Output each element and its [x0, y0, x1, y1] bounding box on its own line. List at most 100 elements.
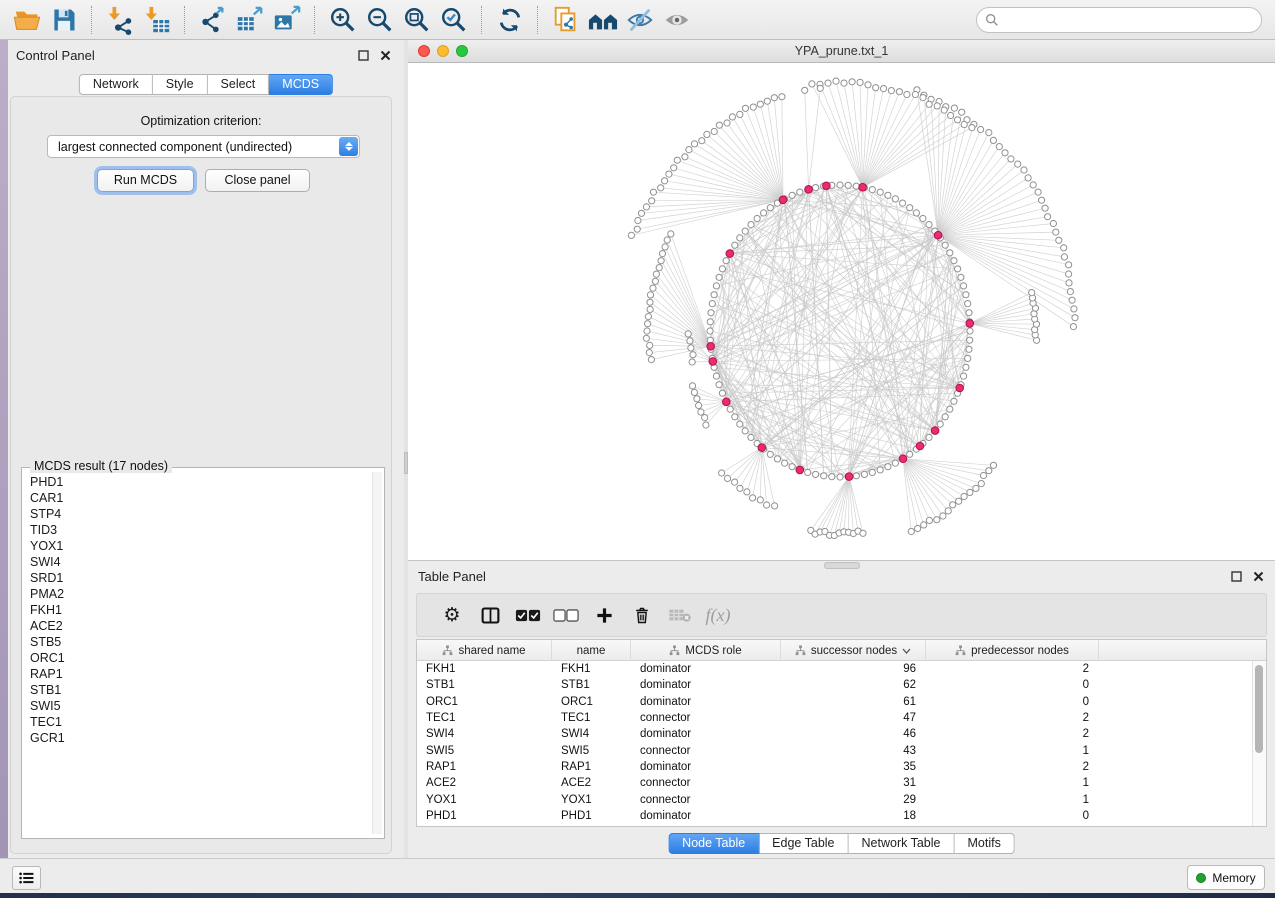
graph-hub-node[interactable]: [956, 384, 964, 392]
graph-node[interactable]: [967, 337, 973, 343]
graph-node[interactable]: [761, 210, 767, 216]
graph-node[interactable]: [986, 468, 992, 474]
table-row[interactable]: PHD1PHD1dominator180: [417, 808, 1253, 824]
graph-node[interactable]: [961, 283, 967, 289]
graph-hub-node[interactable]: [916, 442, 924, 450]
graph-node[interactable]: [646, 350, 652, 356]
graph-hub-node[interactable]: [899, 455, 907, 463]
table-scrollbar[interactable]: [1252, 661, 1266, 826]
graph-node[interactable]: [647, 299, 653, 305]
graph-node[interactable]: [666, 171, 672, 177]
graph-node[interactable]: [748, 434, 754, 440]
graph-node[interactable]: [966, 346, 972, 352]
tab-node-table[interactable]: Node Table: [668, 833, 759, 854]
graph-node[interactable]: [707, 328, 713, 334]
list-item[interactable]: STB5: [30, 634, 371, 650]
network-window-titlebar[interactable]: YPA_prune.txt_1: [408, 40, 1275, 63]
graph-node[interactable]: [869, 469, 875, 475]
graph-node[interactable]: [691, 389, 697, 395]
graph-node[interactable]: [732, 242, 738, 248]
graph-node[interactable]: [954, 117, 960, 123]
graph-node[interactable]: [951, 258, 957, 264]
graph-node[interactable]: [742, 105, 748, 111]
select-all-rows-icon[interactable]: [509, 600, 547, 630]
network-canvas[interactable]: [408, 63, 1275, 560]
graph-node[interactable]: [963, 292, 969, 298]
graph-node[interactable]: [644, 328, 650, 334]
graph-node[interactable]: [647, 342, 653, 348]
graph-node[interactable]: [1039, 197, 1045, 203]
zoom-out-icon[interactable]: [361, 4, 398, 36]
table-row[interactable]: SWI4SWI4dominator462: [417, 726, 1253, 742]
graph-node[interactable]: [817, 85, 823, 91]
graph-node[interactable]: [685, 331, 691, 337]
graph-node[interactable]: [674, 157, 680, 163]
graph-node[interactable]: [737, 421, 743, 427]
graph-node[interactable]: [628, 232, 634, 238]
graph-node[interactable]: [907, 205, 913, 211]
graph-node[interactable]: [691, 141, 697, 147]
graph-node[interactable]: [645, 321, 651, 327]
graph-node[interactable]: [645, 313, 651, 319]
list-item[interactable]: ORC1: [30, 650, 371, 666]
graph-node[interactable]: [1008, 156, 1014, 162]
graph-node[interactable]: [711, 128, 717, 134]
list-item[interactable]: SWI4: [30, 554, 371, 570]
graph-node[interactable]: [959, 109, 965, 115]
graph-node[interactable]: [1071, 306, 1077, 312]
table-row[interactable]: SWI5SWI5connector431: [417, 742, 1253, 758]
graph-node[interactable]: [885, 192, 891, 198]
list-item[interactable]: GCR1: [30, 730, 371, 746]
list-item[interactable]: RAP1: [30, 666, 371, 682]
graph-node[interactable]: [978, 481, 984, 487]
graph-node[interactable]: [662, 244, 668, 250]
graph-node[interactable]: [662, 178, 668, 184]
graph-node[interactable]: [686, 147, 692, 153]
graph-node[interactable]: [699, 138, 705, 144]
list-item[interactable]: FKH1: [30, 602, 371, 618]
scrollbar-thumb[interactable]: [1255, 665, 1263, 753]
graph-node[interactable]: [1066, 280, 1072, 286]
graph-node[interactable]: [659, 251, 665, 257]
graph-node[interactable]: [990, 137, 996, 143]
graph-node[interactable]: [934, 103, 940, 109]
graph-node[interactable]: [748, 222, 754, 228]
graph-node[interactable]: [764, 502, 770, 508]
zoom-in-icon[interactable]: [324, 4, 361, 36]
graph-node[interactable]: [951, 105, 957, 111]
graph-node[interactable]: [955, 266, 961, 272]
graph-node[interactable]: [789, 192, 795, 198]
graph-node[interactable]: [961, 373, 967, 379]
graph-node[interactable]: [767, 205, 773, 211]
graph-node[interactable]: [904, 91, 910, 97]
graph-node[interactable]: [1061, 254, 1067, 260]
graph-node[interactable]: [1070, 324, 1076, 330]
table-settings-icon[interactable]: ⚙: [433, 600, 471, 630]
graph-node[interactable]: [782, 460, 788, 466]
graph-node[interactable]: [708, 310, 714, 316]
graph-node[interactable]: [757, 497, 763, 503]
delete-column-icon[interactable]: [623, 600, 661, 630]
graph-node[interactable]: [947, 406, 953, 412]
table-row[interactable]: ORC1ORC1dominator610: [417, 694, 1253, 710]
column-header-successor-nodes[interactable]: successor nodes: [781, 640, 926, 661]
zoom-selected-icon[interactable]: [435, 4, 472, 36]
graph-node[interactable]: [951, 398, 957, 404]
first-neighbors-icon[interactable]: [584, 4, 621, 36]
graph-node[interactable]: [967, 328, 973, 334]
graph-node[interactable]: [888, 88, 894, 94]
graph-node[interactable]: [704, 131, 710, 137]
graph-node[interactable]: [980, 472, 986, 478]
graph-node[interactable]: [865, 82, 871, 88]
graph-node[interactable]: [877, 467, 883, 473]
table-row[interactable]: TEC1TEC1connector472: [417, 710, 1253, 726]
graph-node[interactable]: [990, 462, 996, 468]
graph-node[interactable]: [737, 235, 743, 241]
list-item[interactable]: STB1: [30, 682, 371, 698]
graph-node[interactable]: [845, 182, 851, 188]
graph-node[interactable]: [648, 357, 654, 363]
graph-node[interactable]: [857, 79, 863, 85]
graph-node[interactable]: [652, 278, 658, 284]
graph-node[interactable]: [650, 285, 656, 291]
graph-node[interactable]: [1061, 245, 1067, 251]
